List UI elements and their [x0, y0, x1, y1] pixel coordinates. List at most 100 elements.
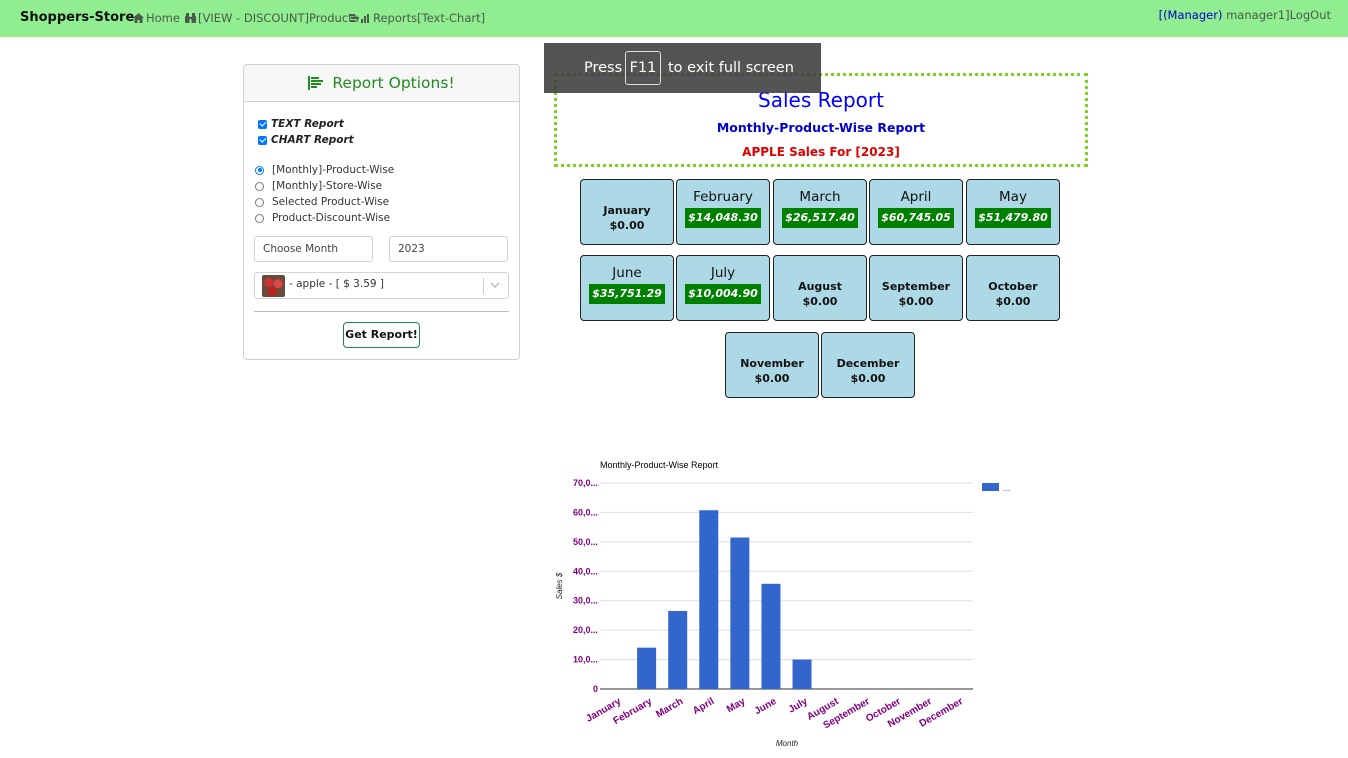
- chart-report-checkbox[interactable]: CHART Report: [258, 134, 354, 146]
- report-options-header: Report Options!: [244, 65, 519, 102]
- report-options-card: Report Options! TEXT Report CHART Report…: [243, 64, 520, 360]
- text-report-label: TEXT Report: [271, 118, 344, 130]
- month-tile-may: May $51,479.80: [966, 179, 1060, 245]
- month-sales-value: $0.00: [802, 295, 838, 308]
- radio-label: Selected Product-Wise: [272, 196, 390, 208]
- month-name: September: [881, 280, 951, 293]
- product-thumbnail: [262, 275, 285, 297]
- y-tick-label: 10,0...: [573, 655, 598, 665]
- checkbox-checked-icon[interactable]: [258, 119, 267, 129]
- legend-label: ...: [1003, 483, 1011, 493]
- radio-label: [Monthly]-Product-Wise: [272, 164, 395, 176]
- text-report-checkbox[interactable]: TEXT Report: [258, 118, 344, 130]
- user-role: (Manager): [1163, 8, 1223, 22]
- radio-icon[interactable]: [255, 213, 264, 223]
- nav-reports[interactable]: Reports[Text-Chart]: [349, 11, 485, 25]
- logout-link[interactable]: manager1]LogOut: [1222, 8, 1331, 22]
- month-name: December: [836, 357, 900, 370]
- navbar: Shoppers-Store Home [VIEW - DISCOUNT]Pro…: [0, 0, 1348, 37]
- month-tile-september: September $0.00: [869, 255, 963, 321]
- y-tick-label: 0: [593, 684, 598, 694]
- y-tick-label: 30,0...: [573, 596, 598, 606]
- month-tile-november: November $0.00: [725, 332, 819, 398]
- month-name: October: [988, 280, 1038, 293]
- month-tile-march: March $26,517.40: [773, 179, 867, 245]
- select-separator: [483, 278, 484, 294]
- month-sales-value: $51,479.80: [975, 208, 1051, 228]
- month-tile-july: July $10,004.90: [676, 255, 770, 321]
- divider: [254, 311, 509, 312]
- user-logout[interactable]: [(Manager) manager1]LogOut: [1159, 8, 1331, 22]
- nav-reports-label: Reports[Text-Chart]: [373, 11, 486, 25]
- radio-product-discount[interactable]: Product-Discount-Wise: [255, 212, 390, 224]
- bar-february: [637, 647, 657, 689]
- month-tile-august: August $0.00: [773, 255, 867, 321]
- month-name: March: [799, 189, 841, 205]
- chart-icon: [349, 14, 369, 23]
- y-tick-label: 20,0...: [573, 625, 598, 635]
- bar-july: [792, 659, 812, 689]
- month-sales-value: $14,048.30: [685, 208, 761, 228]
- legend-swatch: [982, 483, 999, 491]
- get-report-button[interactable]: Get Report!: [343, 322, 420, 348]
- x-tick-label: May: [725, 696, 748, 715]
- month-name: February: [693, 189, 753, 205]
- checkbox-checked-icon[interactable]: [258, 135, 267, 145]
- month-tile-june: June $35,751.29: [580, 255, 674, 321]
- month-input[interactable]: Choose Month: [254, 236, 373, 262]
- x-tick-label: April: [691, 696, 716, 717]
- radio-selected-product[interactable]: Selected Product-Wise: [255, 196, 389, 208]
- radio-selected-icon[interactable]: [255, 165, 264, 175]
- radio-icon[interactable]: [255, 197, 264, 207]
- radio-label: [Monthly]-Store-Wise: [272, 180, 383, 192]
- binoculars-icon: [185, 13, 196, 23]
- report-subtitle: Monthly-Product-Wise Report: [716, 120, 926, 135]
- month-sales-value: $0.00: [754, 372, 790, 385]
- brand-link[interactable]: Shoppers-Store: [20, 10, 134, 25]
- radio-monthly-store[interactable]: [Monthly]-Store-Wise: [255, 180, 382, 192]
- month-name: November: [740, 357, 804, 370]
- month-sales-value: $35,751.29: [589, 284, 665, 304]
- x-tick-label: June: [753, 696, 779, 717]
- month-tile-january: January $0.00: [580, 179, 674, 245]
- report-options-title: Report Options!: [332, 74, 455, 92]
- product-select[interactable]: - apple - [ $ 3.59 ]: [254, 272, 509, 299]
- report-icon: [308, 76, 324, 90]
- month-sales-value: $10,004.90: [685, 284, 761, 304]
- bar-june: [761, 583, 781, 689]
- month-name: April: [900, 189, 932, 205]
- bar-april: [699, 510, 719, 689]
- nav-discount-products[interactable]: [VIEW - DISCOUNT]Products: [185, 11, 359, 25]
- month-sales-value: $0.00: [898, 295, 934, 308]
- nav-home[interactable]: Home: [133, 11, 180, 25]
- month-sales-value: $0.00: [609, 219, 645, 232]
- chart-title: Monthly-Product-Wise Report: [600, 460, 719, 470]
- product-select-value: - apple - [ $ 3.59 ]: [289, 278, 384, 290]
- report-period: APPLE Sales For [2023]: [742, 145, 900, 159]
- month-tile-april: April $60,745.05: [869, 179, 963, 245]
- y-axis-label: Sales $: [555, 572, 564, 599]
- month-name: July: [710, 265, 736, 281]
- y-tick-label: 70,0...: [573, 478, 598, 488]
- month-sales-value: $60,745.05: [878, 208, 954, 228]
- month-name: August: [798, 280, 842, 293]
- toast-key: F11: [625, 51, 661, 85]
- radio-label: Product-Discount-Wise: [272, 212, 391, 224]
- month-sales-value: $0.00: [850, 372, 886, 385]
- radio-icon[interactable]: [255, 181, 264, 191]
- toast-text: to exit full screen: [668, 60, 794, 76]
- month-sales-value: $0.00: [995, 295, 1031, 308]
- y-tick-label: 40,0...: [573, 566, 598, 576]
- month-tile-october: October $0.00: [966, 255, 1060, 321]
- home-icon: [133, 13, 144, 23]
- month-tile-february: February $14,048.30: [676, 179, 770, 245]
- month-name: May: [999, 189, 1027, 205]
- month-sales-value: $26,517.40: [782, 208, 858, 228]
- year-input[interactable]: 2023: [389, 236, 508, 262]
- toast-press: Press: [584, 60, 623, 76]
- bar-march: [668, 610, 688, 689]
- chevron-down-icon[interactable]: [490, 279, 500, 291]
- radio-monthly-product[interactable]: [Monthly]-Product-Wise: [255, 164, 394, 176]
- sales-bar-chart: Monthly-Product-Wise Report 0 10,0... 20,0.…: [555, 460, 1011, 748]
- bar-may: [730, 537, 750, 689]
